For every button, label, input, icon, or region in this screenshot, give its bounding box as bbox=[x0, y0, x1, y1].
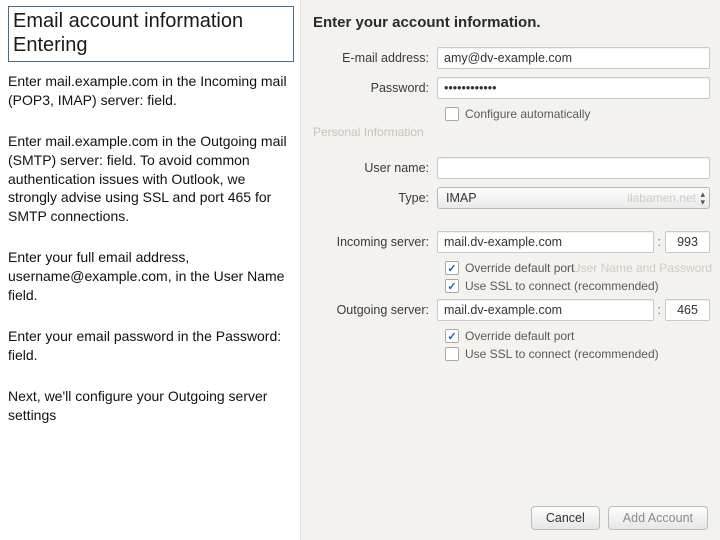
email-label: E-mail address: bbox=[307, 51, 437, 65]
username-input[interactable] bbox=[437, 157, 710, 179]
type-label: Type: bbox=[307, 191, 437, 205]
outgoing-label: Outgoing server: bbox=[307, 303, 437, 317]
outgoing-use-ssl-checkbox[interactable] bbox=[445, 347, 459, 361]
type-value: IMAP bbox=[446, 191, 477, 205]
instruction-p5: Next, we'll configure your Outgoing serv… bbox=[8, 387, 294, 425]
outgoing-port-input[interactable] bbox=[665, 299, 710, 321]
title-line1: Email account information bbox=[13, 10, 243, 32]
configure-auto-checkbox[interactable] bbox=[445, 107, 459, 121]
add-account-button[interactable]: Add Account bbox=[608, 506, 708, 530]
email-input[interactable] bbox=[437, 47, 710, 69]
incoming-override-port-label: Override default port bbox=[465, 261, 574, 275]
port-separator-2: : bbox=[658, 303, 661, 317]
incoming-server-input[interactable] bbox=[437, 231, 654, 253]
instruction-p1: Enter mail.example.com in the Incoming m… bbox=[8, 72, 294, 110]
port-separator: : bbox=[658, 235, 661, 249]
instruction-p2: Enter mail.example.com in the Outgoing m… bbox=[8, 132, 294, 226]
instructions-panel: Email account information Entering Enter… bbox=[0, 0, 300, 540]
configure-auto-label: Configure automatically bbox=[465, 107, 590, 121]
incoming-use-ssl-checkbox[interactable] bbox=[445, 279, 459, 293]
incoming-override-port-checkbox[interactable] bbox=[445, 261, 459, 275]
password-input[interactable] bbox=[437, 77, 710, 99]
outgoing-server-input[interactable] bbox=[437, 299, 654, 321]
dialog-button-bar: Cancel Add Account bbox=[531, 506, 708, 530]
outgoing-override-port-checkbox[interactable] bbox=[445, 329, 459, 343]
username-label: User name: bbox=[307, 161, 437, 175]
cancel-button[interactable]: Cancel bbox=[531, 506, 600, 530]
title-line2: Entering bbox=[13, 33, 289, 57]
password-label: Password: bbox=[307, 81, 437, 95]
ghost-section-label: Personal Information bbox=[313, 125, 710, 139]
instruction-p4: Enter your email password in the Passwor… bbox=[8, 327, 294, 365]
incoming-use-ssl-label: Use SSL to connect (recommended) bbox=[465, 279, 659, 293]
instruction-p3: Enter your full email address, username@… bbox=[8, 248, 294, 305]
outgoing-override-port-label: Override default port bbox=[465, 329, 574, 343]
account-dialog: Enter your account information. E-mail a… bbox=[300, 0, 720, 540]
chevron-updown-icon: ▴▾ bbox=[700, 190, 705, 206]
ghost-domain-hint: ilabamen.net bbox=[627, 191, 696, 205]
ghost-upw-hint: User Name and Password bbox=[572, 261, 712, 275]
incoming-port-input[interactable] bbox=[665, 231, 710, 253]
dialog-heading: Enter your account information. bbox=[313, 14, 710, 31]
outgoing-use-ssl-label: Use SSL to connect (recommended) bbox=[465, 347, 659, 361]
instructions-title: Email account information Entering bbox=[8, 6, 294, 62]
incoming-label: Incoming server: bbox=[307, 235, 437, 249]
